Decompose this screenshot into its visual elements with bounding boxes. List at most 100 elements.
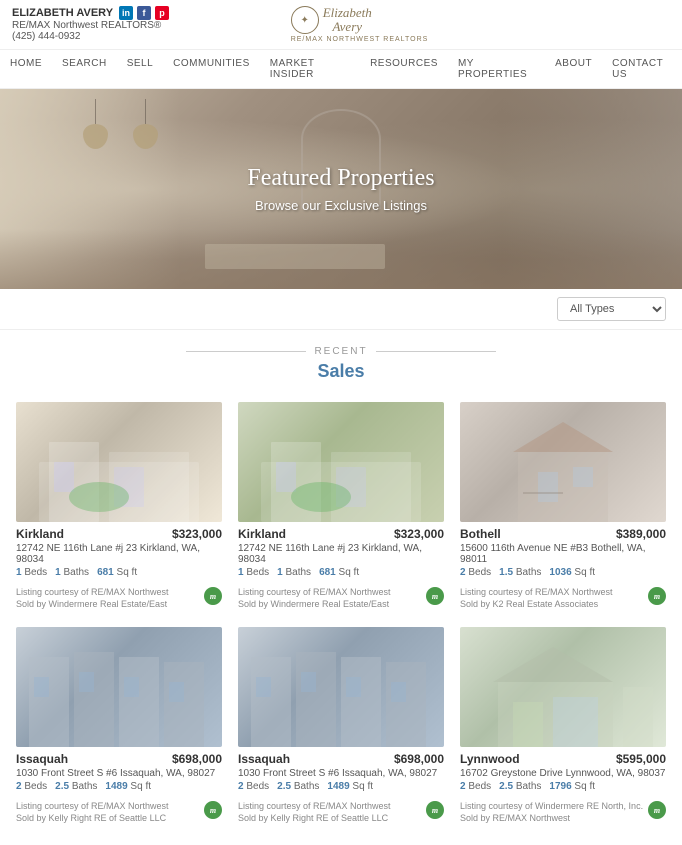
logo: ✦ Elizabeth Avery RE/MAX NORTHWEST REALT… [291, 6, 429, 43]
phone: (425) 444-0932 [12, 31, 169, 42]
listing-city: Issaquah [238, 752, 290, 766]
listing-details: 2 Beds2.5 Baths1489 Sq ft [16, 781, 222, 792]
map-icon[interactable]: m [648, 587, 666, 605]
nav-item-about[interactable]: ABOUT [545, 50, 602, 77]
listing-location-row: Issaquah $698,000 [16, 752, 222, 766]
pendant-light-left [80, 99, 110, 149]
listing-city: Bothell [460, 527, 501, 541]
listing-image [16, 402, 222, 522]
baths: 1.5 Baths [499, 567, 541, 578]
listing-courtesy: Listing courtesy of RE/MAX NorthwestSold… [460, 586, 613, 611]
pinterest-icon[interactable]: p [155, 6, 169, 20]
type-filter[interactable]: All TypesResidentialCondoLandCommercial [557, 297, 666, 321]
beds: 2 Beds [238, 781, 269, 792]
baths: 2.5 Baths [499, 781, 541, 792]
agent-name: ELIZABETH AVERY [12, 7, 113, 19]
listing-details: 2 Beds2.5 Baths1489 Sq ft [238, 781, 444, 792]
listing-city: Kirkland [16, 527, 64, 541]
listing-location-row: Bothell $389,000 [460, 527, 666, 541]
section-title: Sales [0, 361, 682, 382]
beds: 2 Beds [460, 781, 491, 792]
listing-footer: Listing courtesy of Windermere RE North,… [460, 796, 666, 825]
hero-section: Featured Properties Browse our Exclusive… [0, 89, 682, 289]
listing-city: Lynnwood [460, 752, 520, 766]
listing-footer: Listing courtesy of RE/MAX NorthwestSold… [16, 582, 222, 611]
beds: 1 Beds [16, 567, 47, 578]
brokerage: RE/MAX Northwest REALTORS® [12, 20, 169, 31]
listing-image [238, 402, 444, 522]
listing-card: Bothell$389,00015600 116th Avenue NE #B3… [460, 402, 666, 611]
main-nav: HOMESEARCHSELLCOMMUNITIESMARKET INSIDERR… [0, 49, 682, 89]
sqft: 681 Sq ft [319, 567, 359, 578]
listing-image [460, 627, 666, 747]
facebook-icon[interactable]: f [137, 6, 151, 20]
nav-item-communities[interactable]: COMMUNITIES [163, 50, 260, 77]
hero-subtitle: Browse our Exclusive Listings [247, 198, 434, 213]
nav-item-my-properties[interactable]: MY PROPERTIES [448, 50, 545, 88]
map-icon[interactable]: m [204, 587, 222, 605]
social-icons: in f p [119, 6, 169, 20]
nav-item-home[interactable]: HOME [0, 50, 52, 77]
listing-address: 12742 NE 116th Lane #j 23 Kirkland, WA, … [238, 543, 444, 565]
listings-grid: Kirkland $323,000 12742 NE 116th Lane #j 2… [0, 390, 682, 845]
sqft: 681 Sq ft [97, 567, 137, 578]
listing-card: Kirkland $323,000 12742 NE 116th Lane #j 2… [16, 402, 222, 611]
nav-item-resources[interactable]: RESOURCES [360, 50, 448, 77]
listing-price: $595,000 [616, 752, 666, 766]
sqft: 1489 Sq ft [105, 781, 151, 792]
sqft: 1489 Sq ft [327, 781, 373, 792]
listing-footer: Listing courtesy of RE/MAX NorthwestSold… [238, 582, 444, 611]
linkedin-icon[interactable]: in [119, 6, 133, 20]
map-icon[interactable]: m [426, 587, 444, 605]
listing-price: $698,000 [172, 752, 222, 766]
nav-item-contact-us[interactable]: CONTACT US [602, 50, 682, 88]
beds: 1 Beds [238, 567, 269, 578]
sqft: 1796 Sq ft [549, 781, 595, 792]
beds: 2 Beds [460, 567, 491, 578]
listing-details: 1 Beds 1 Baths 681 Sq ft [238, 567, 444, 578]
map-icon[interactable]: m [648, 801, 666, 819]
baths: 1 Baths [277, 567, 311, 578]
sqft: 1036 Sq ft [549, 567, 595, 578]
listing-card: Kirkland $323,000 12742 NE 116th Lane #j 2… [238, 402, 444, 611]
listing-address: 1030 Front Street S #6 Issaquah, WA, 980… [238, 768, 444, 779]
listing-price: $323,000 [394, 527, 444, 541]
listing-image [238, 627, 444, 747]
map-icon[interactable]: m [426, 801, 444, 819]
logo-text: Elizabeth Avery [323, 6, 372, 35]
filter-bar: All TypesResidentialCondoLandCommercial [0, 289, 682, 330]
listing-details: 2 Beds 2.5 Baths 1796 Sq ft [460, 781, 666, 792]
listing-address: 12742 NE 116th Lane #j 23 Kirkland, WA, … [16, 543, 222, 565]
logo-emblem: ✦ [291, 6, 319, 34]
listing-address: 1030 Front Street S #6 Issaquah, WA, 980… [16, 768, 222, 779]
listing-card: Issaquah $698,000 1030 Front Street S #6 I… [16, 627, 222, 825]
listing-image [460, 402, 666, 522]
listing-price: $389,000 [616, 527, 666, 541]
listing-footer: Listing courtesy of RE/MAX NorthwestSold… [238, 796, 444, 825]
pendant-light-right [130, 99, 160, 149]
section-header: RECENT Sales [0, 330, 682, 390]
hero-content: Featured Properties Browse our Exclusive… [247, 165, 434, 213]
listing-location-row: Kirkland $323,000 [238, 527, 444, 541]
listing-footer: Listing courtesy of RE/MAX NorthwestSold… [16, 796, 222, 825]
listing-image [16, 627, 222, 747]
listing-details: 2 Beds 1.5 Baths 1036 Sq ft [460, 567, 666, 578]
listing-city: Kirkland [238, 527, 286, 541]
baths: 2.5 Baths [55, 781, 97, 792]
map-icon[interactable]: m [204, 801, 222, 819]
nav-item-search[interactable]: SEARCH [52, 50, 117, 77]
listing-address: 16702 Greystone Drive Lynnwood, WA, 9803… [460, 768, 666, 779]
listing-footer: Listing courtesy of RE/MAX NorthwestSold… [460, 582, 666, 611]
listing-courtesy: Listing courtesy of RE/MAX NorthwestSold… [16, 586, 169, 611]
listing-city: Issaquah [16, 752, 68, 766]
nav-item-sell[interactable]: SELL [117, 50, 163, 77]
agent-info: ELIZABETH AVERY in f p RE/MAX Northwest … [12, 6, 169, 42]
listing-price: $698,000 [394, 752, 444, 766]
baths: 1 Baths [55, 567, 89, 578]
counter [205, 244, 385, 269]
nav-item-market-insider[interactable]: MARKET INSIDER [260, 50, 360, 88]
listing-card: Lynnwood $595,000 16702 Greystone Drive Ly… [460, 627, 666, 825]
listing-courtesy: Listing courtesy of RE/MAX NorthwestSold… [16, 800, 169, 825]
listing-courtesy: Listing courtesy of RE/MAX NorthwestSold… [238, 800, 391, 825]
listing-price: $323,000 [172, 527, 222, 541]
